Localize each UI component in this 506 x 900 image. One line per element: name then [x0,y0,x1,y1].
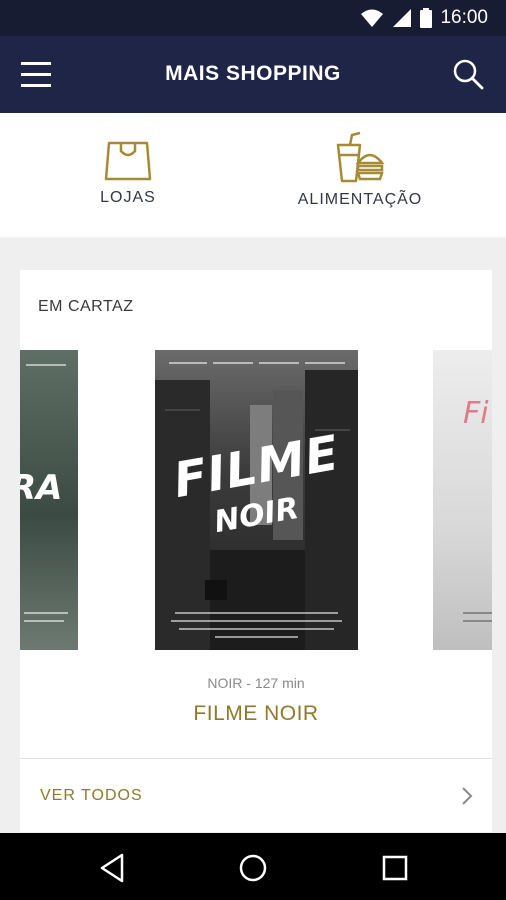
shopping-bag-icon [104,141,152,181]
poster-title: Fi [463,396,489,431]
category-lojas[interactable]: LOJAS [38,131,218,231]
see-all-label: VER TODOS [40,787,143,804]
food-drink-icon [336,131,385,183]
section-title: EM CARTAZ [38,298,134,315]
movie-meta: NOIR - 127 min [207,675,305,691]
poster-credits [171,620,342,622]
poster-title: RA [20,468,63,508]
poster-credits [215,636,298,638]
poster-credits [26,364,66,366]
categories-bar: LOJAS ALIMENTAÇÃO [0,113,506,237]
movie-poster-next[interactable]: Fi [433,350,492,650]
wifi-icon [361,9,384,27]
poster-credits [24,612,68,614]
category-alimentacao[interactable]: ALIMENTAÇÃO [270,131,450,231]
poster-credits [463,612,492,614]
cell-signal-icon [393,9,412,27]
poster-credits [463,620,492,622]
movie-title[interactable]: FILME NOIR [20,702,492,726]
movie-poster-previous[interactable]: RA [20,350,78,650]
category-label: ALIMENTAÇÃO [297,191,423,208]
poster-credits [179,628,334,630]
system-nav-bar [0,833,506,900]
see-all-button[interactable]: VER TODOS [20,759,492,832]
status-time: 16:00 [440,7,488,28]
movie-poster-featured[interactable]: FILME NOIR [155,350,358,650]
status-icons: 16:00 [360,6,488,30]
poster-credits [305,362,345,364]
back-icon[interactable] [96,851,130,885]
app-title: MAIS SHOPPING [165,62,341,85]
recent-apps-icon[interactable] [378,851,412,885]
home-icon[interactable] [236,851,270,885]
battery-icon [420,8,433,28]
poster-credits [24,620,64,622]
search-icon[interactable] [452,58,484,90]
app-bar: MAIS SHOPPING [0,36,506,113]
now-showing-card: EM CARTAZ RA FILME NOIR Fi NO [20,270,492,832]
poster-credits [259,362,299,364]
poster-credits [213,362,253,364]
poster-credits [175,612,338,614]
chevron-right-icon [462,787,473,805]
poster-credits [169,362,207,364]
status-bar: 16:00 [0,0,506,36]
category-label: LOJAS [100,189,156,206]
